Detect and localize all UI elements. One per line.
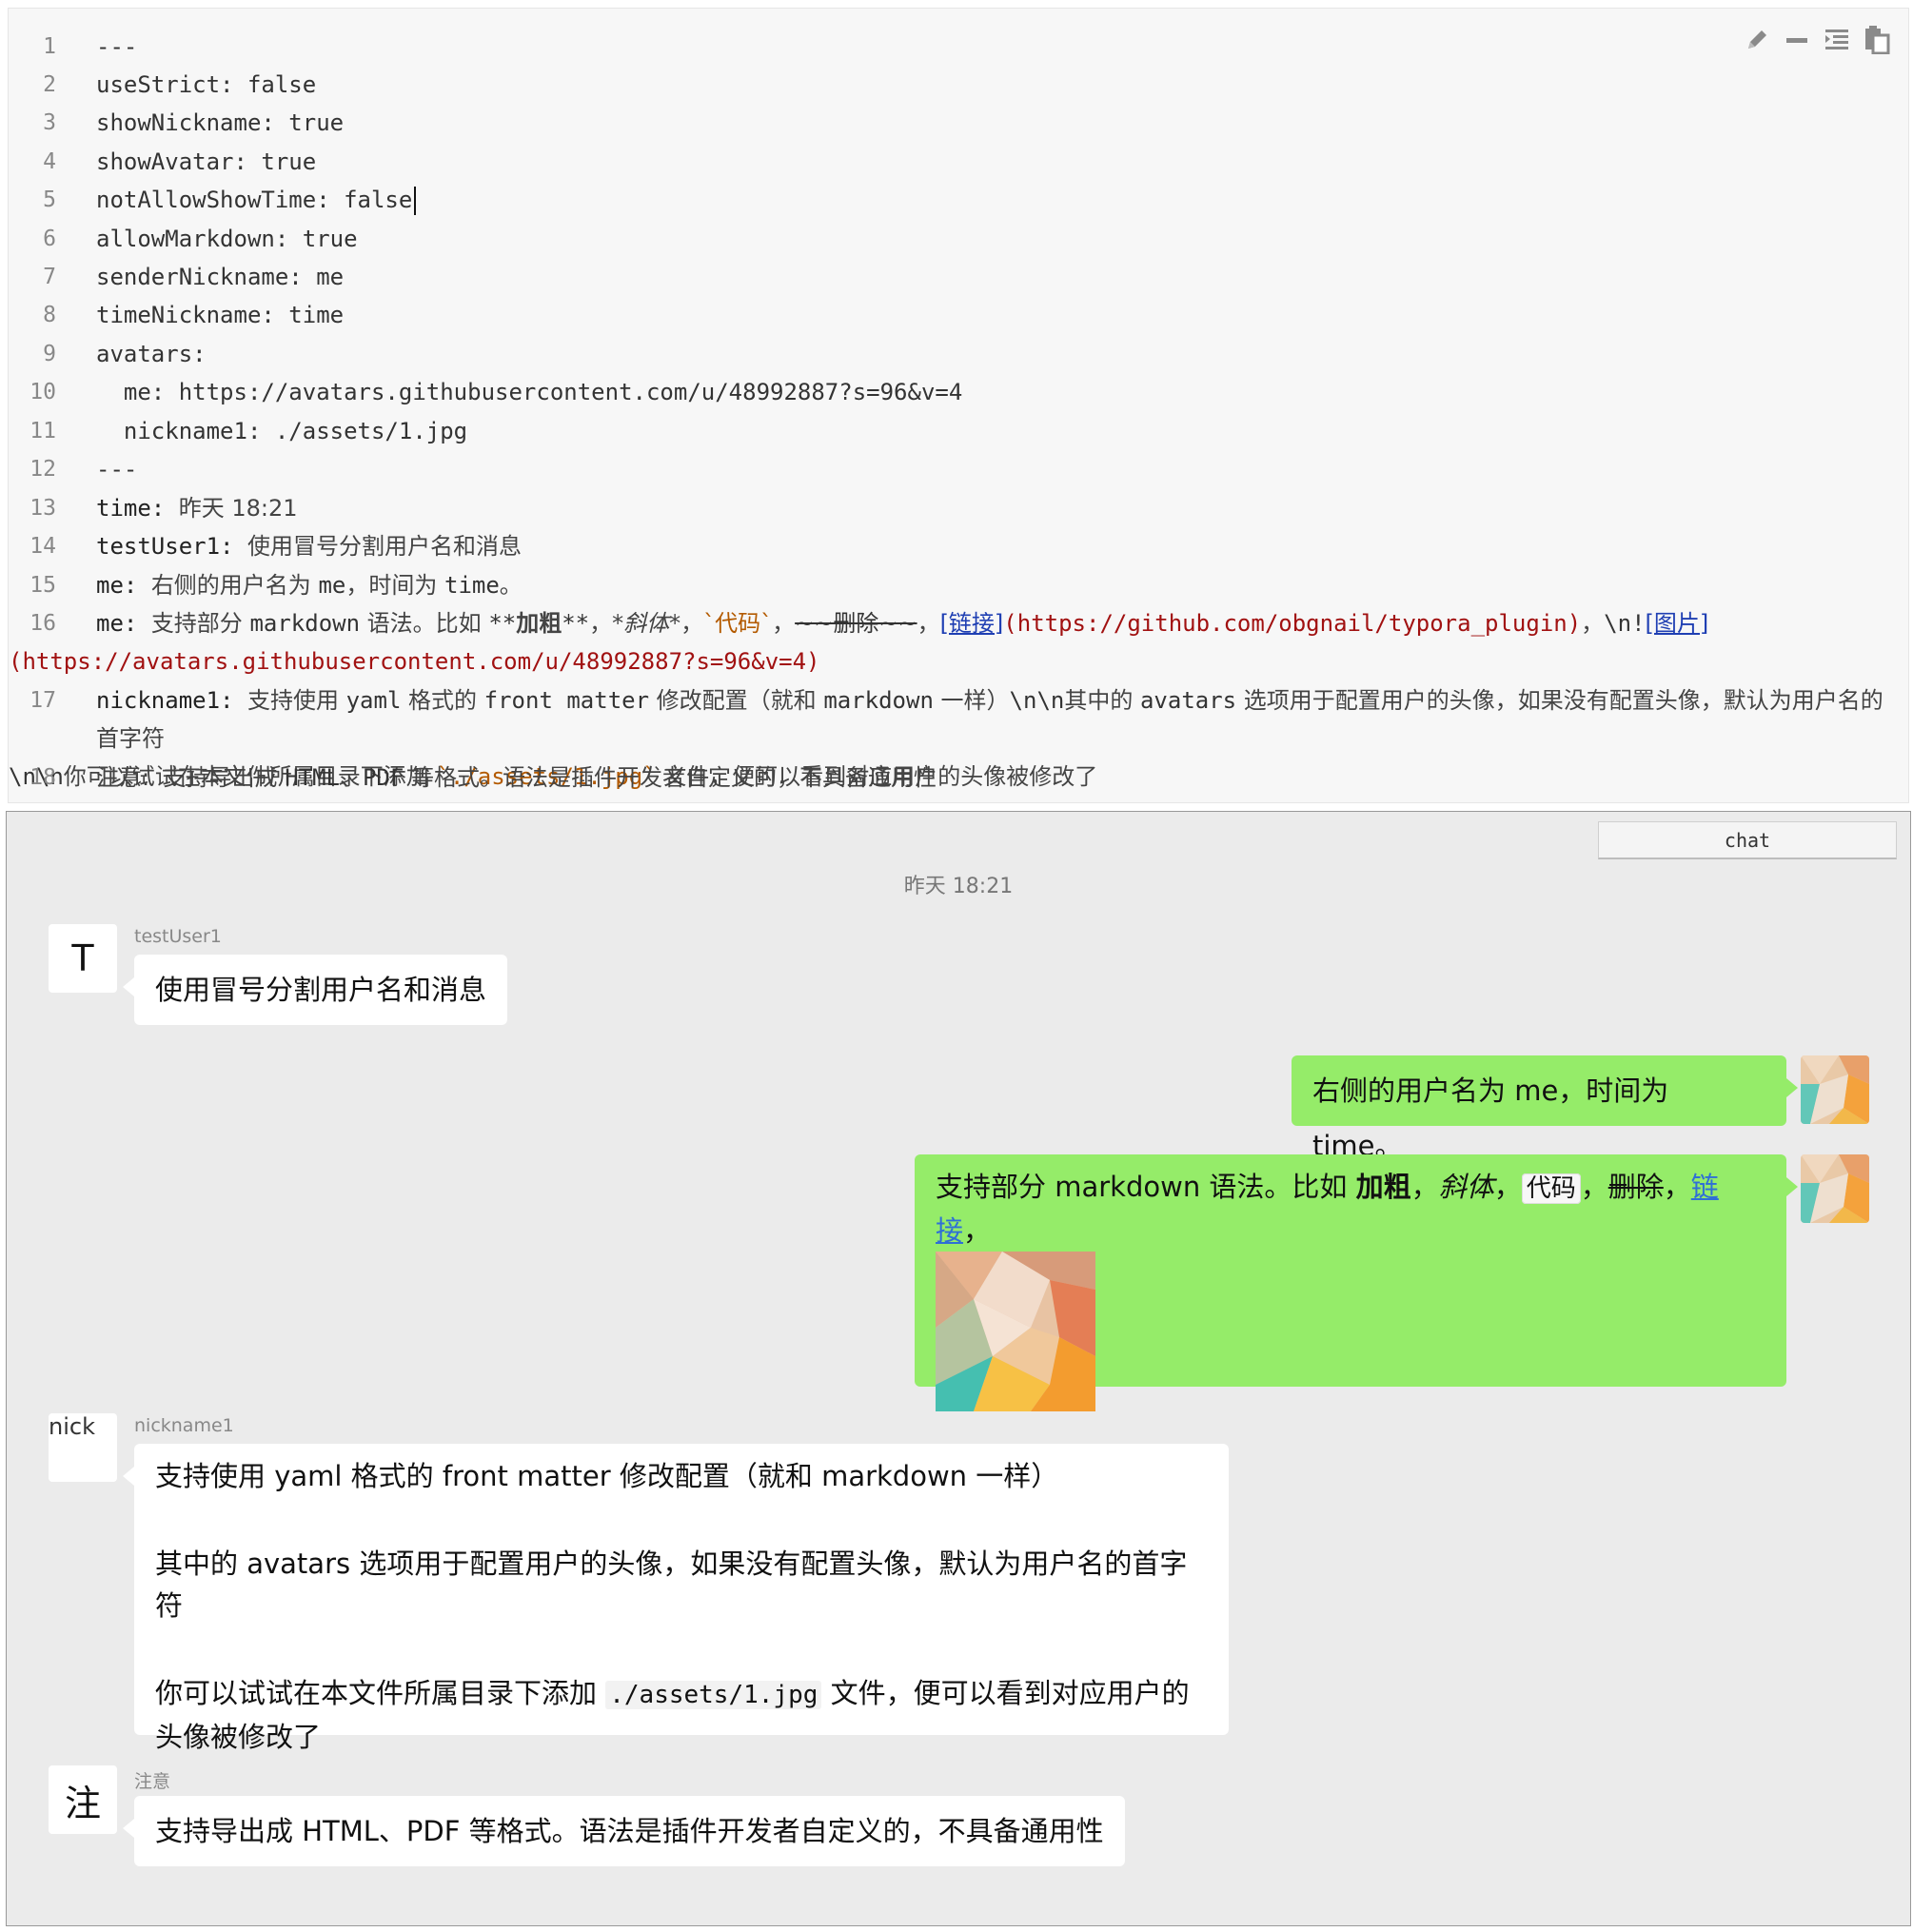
code-editor[interactable]: 1 --- 2 useStrict: false 3 showNickname: tr… xyxy=(8,8,1909,803)
code-line: 16 me: 支持部分 markdown 语法。比如 **加粗**，*斜体*，`… xyxy=(9,604,1908,681)
code-line: 2 useStrict: false xyxy=(9,66,1908,104)
code-line: 18 注意: 支持导出成 HTML、PDF 等格式。语法是插件开发者自定义的，不… xyxy=(9,759,1908,797)
line-number: 8 xyxy=(43,303,56,327)
md-image[interactable]: [图片] xyxy=(1646,610,1709,637)
line-text: avatars: xyxy=(96,341,207,367)
code-line: 9 avatars: xyxy=(9,335,1908,373)
avatar[interactable] xyxy=(1801,1055,1869,1124)
code-line: 11 nickname1: ./assets/1.jpg xyxy=(9,412,1908,450)
md-link[interactable]: [链接] xyxy=(940,610,1004,637)
line-text: --- xyxy=(96,33,138,60)
line-number: 14 xyxy=(30,534,56,559)
line-number: 4 xyxy=(43,149,56,174)
line-number: 16 xyxy=(30,611,56,636)
code-line: 5 notAllowShowTime: false xyxy=(9,181,1908,219)
line-number: 5 xyxy=(43,187,56,212)
message-bubble[interactable]: 支持部分 markdown 语法。比如 加粗，斜体， 代码 ，删除，链接， xyxy=(915,1154,1798,1411)
line-number: 11 xyxy=(30,419,56,444)
code-line: 15 me: 右侧的用户名为 me，时间为 time。 xyxy=(9,566,1908,604)
avatar-image xyxy=(1801,1154,1869,1223)
code-line: 7 senderNickname: me xyxy=(9,258,1908,296)
line-text: showAvatar: true xyxy=(96,148,317,175)
line-number: 17 xyxy=(30,688,56,713)
line-text: timeNickname: time xyxy=(96,302,345,328)
line-text: showNickname: true xyxy=(96,109,345,136)
line-number: 10 xyxy=(30,380,56,404)
code-line: 6 allowMarkdown: true xyxy=(9,220,1908,258)
message-bubble[interactable]: 使用冒号分割用户名和消息 xyxy=(122,955,508,1025)
line-number: 1 xyxy=(43,34,56,59)
line-text: allowMarkdown: true xyxy=(96,226,358,252)
yaml-value: 使用冒号分割用户名和消息 xyxy=(247,533,522,560)
line-number: 3 xyxy=(43,110,56,135)
text-cursor xyxy=(414,187,417,215)
line-number: 7 xyxy=(43,265,56,289)
code-line: 13 time: 昨天 18:21 xyxy=(9,489,1908,527)
code-line: 14 testUser1: 使用冒号分割用户名和消息 xyxy=(9,527,1908,565)
yaml-key: testUser1: xyxy=(96,533,234,560)
line-text: useStrict: false xyxy=(96,71,317,98)
nickname-label: testUser1 xyxy=(134,926,222,947)
message-bubble[interactable]: 右侧的用户名为 me，时间为 time。 xyxy=(1292,1055,1798,1162)
yaml-key: me: xyxy=(96,572,138,599)
code-line: 3 showNickname: true xyxy=(9,104,1908,142)
line-text: me: https://avatars.githubusercontent.co… xyxy=(96,379,963,405)
code-line: 10 me: https://avatars.githubusercontent… xyxy=(9,373,1908,411)
message-bubble[interactable]: 支持使用 yaml 格式的 front matter 修改配置（就和 markd… xyxy=(123,1444,1229,1753)
avatar[interactable]: 注 xyxy=(49,1765,117,1834)
avatar-broken-image[interactable]: nick xyxy=(49,1413,117,1482)
line-number: 13 xyxy=(30,496,56,521)
nickname-label: nickname1 xyxy=(134,1415,234,1436)
code-line: 1 --- xyxy=(9,28,1908,66)
line-text: nickname1: ./assets/1.jpg xyxy=(96,418,468,444)
line-text: --- xyxy=(96,456,138,483)
code-line: 8 timeNickname: time xyxy=(9,296,1908,334)
message-bubble[interactable]: 支持导出成 HTML、PDF 等格式。语法是插件开发者自定义的，不具备通用性 xyxy=(123,1796,1125,1866)
code-line: 12 --- xyxy=(9,450,1908,488)
yaml-key: time: xyxy=(96,495,166,522)
code-line: 4 showAvatar: true xyxy=(9,143,1908,181)
line-number: 12 xyxy=(30,457,56,482)
line-text: notAllowShowTime: false xyxy=(96,187,413,213)
line-number: 15 xyxy=(30,573,56,598)
nickname-label: 注意 xyxy=(134,1771,171,1792)
avatar[interactable] xyxy=(1801,1154,1869,1223)
time-label: 昨天 18:21 xyxy=(903,875,1014,898)
avatar[interactable]: T xyxy=(49,924,117,993)
avatar-image xyxy=(1801,1055,1869,1124)
chat-tab[interactable]: chat xyxy=(1598,821,1897,859)
line-number: 2 xyxy=(43,72,56,97)
yaml-value: 昨天 18:21 xyxy=(178,495,298,522)
line-number: 18 xyxy=(30,765,56,790)
code-line: 17 nickname1: 支持使用 yaml 格式的 front matter… xyxy=(9,681,1908,790)
line-number: 6 xyxy=(43,227,56,251)
message-image[interactable] xyxy=(936,1252,1095,1411)
chat-preview: chat 昨天 18:21 T testUser1 使用冒号分割用户名和消息 右… xyxy=(6,811,1911,1926)
line-number: 9 xyxy=(43,342,56,366)
line-text: senderNickname: me xyxy=(96,264,345,290)
